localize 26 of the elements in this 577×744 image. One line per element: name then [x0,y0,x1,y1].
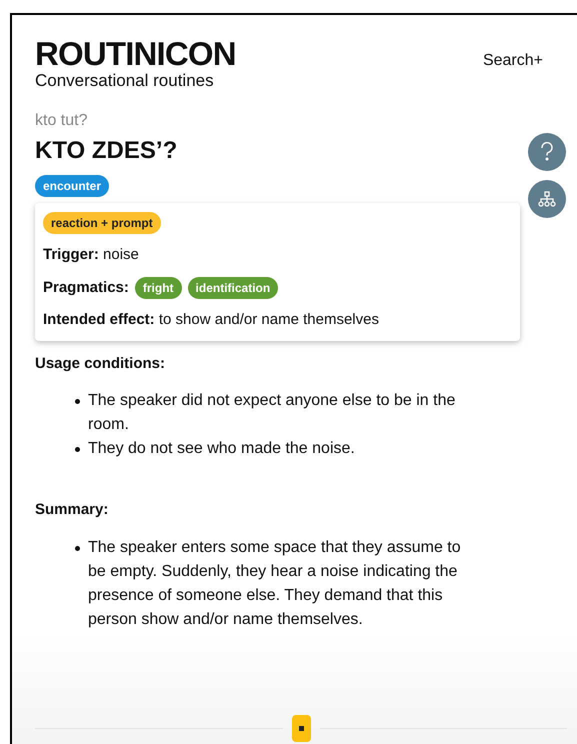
intended-effect-text: Intended effect: to show and/or name themselves [43,310,380,330]
question-icon [540,142,554,162]
list-item-text: They do not see who made the noise. [88,439,356,459]
help-button[interactable] [528,133,566,171]
section-heading: Summary: [35,500,110,520]
list-item-text: The speaker enters some space that they assume to be empty. Suddenly, they hear a noise indicating the presence of someone else. They demand that this person show and/or name themselves. [88,538,462,630]
section-heading: Usage conditions: [35,354,166,374]
site-title[interactable]: ROUTINICON [35,37,236,71]
type-tag: reaction + prompt [43,212,161,234]
category-tag: encounter [35,175,110,197]
search-link[interactable]: Search+ [482,49,543,73]
bullet-icon [75,447,80,452]
site-subtitle: Conversational routines [35,71,215,91]
pragmatics-label: Pragmatics: [43,278,129,298]
bullet-icon [75,546,80,550]
headword: KTO ZDES’? [35,137,178,165]
transliteration: kto tut? [35,111,88,131]
trigger-text: Trigger: noise [43,245,140,265]
bullet-icon [75,399,80,404]
scroll-handle[interactable] [292,715,310,742]
sitemap-button[interactable] [528,180,566,218]
pragmatics-tag: identification [188,276,278,299]
list-item-text: The speaker did not expect anyone else to be in the room. [88,391,456,435]
hierarchy-icon [538,191,556,207]
square-icon [298,726,304,731]
pragmatics-tag: fright [134,276,182,299]
